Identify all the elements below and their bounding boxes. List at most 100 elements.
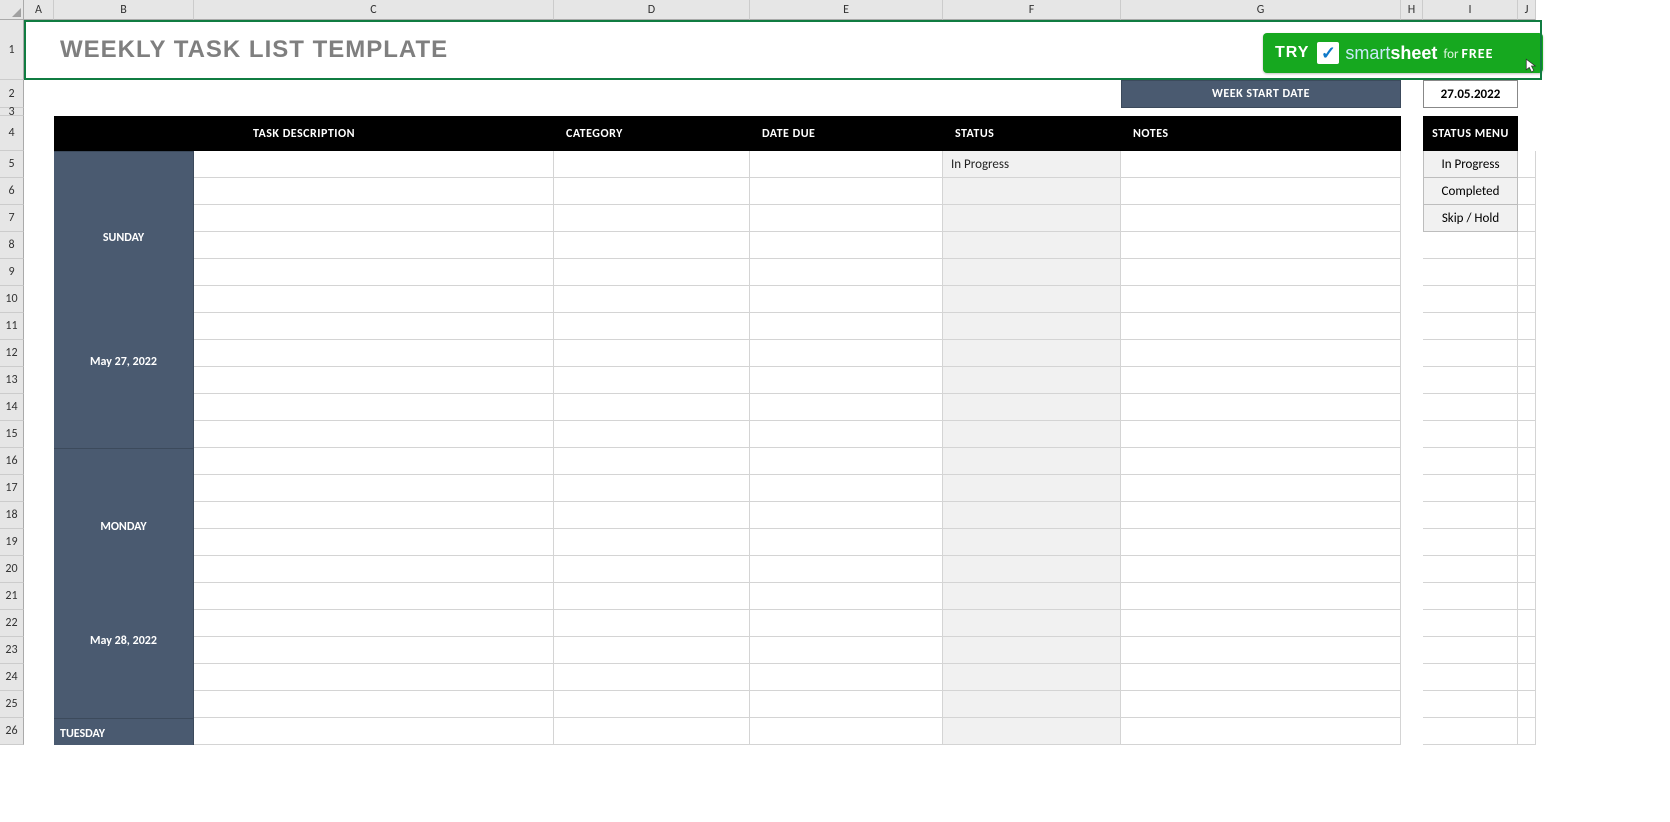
col-header-J[interactable]: J [1518, 0, 1536, 20]
blank[interactable] [24, 116, 54, 151]
cell-status[interactable] [943, 664, 1121, 691]
cell-notes[interactable] [1121, 718, 1401, 745]
cell-due[interactable] [750, 610, 943, 637]
cell-desc[interactable] [194, 583, 554, 610]
cell-J24[interactable] [1518, 664, 1536, 691]
row-header-10[interactable]: 10 [0, 286, 24, 313]
blank[interactable] [24, 286, 54, 313]
cell-status[interactable] [943, 448, 1121, 475]
cell-due[interactable] [750, 313, 943, 340]
cell-I10[interactable] [1423, 286, 1518, 313]
cell-notes[interactable] [1121, 529, 1401, 556]
cell-status[interactable] [943, 394, 1121, 421]
cell-I25[interactable] [1423, 691, 1518, 718]
cell-status[interactable] [943, 367, 1121, 394]
cell-desc[interactable] [194, 691, 554, 718]
cell-category[interactable] [554, 232, 750, 259]
col-header-B[interactable]: B [54, 0, 194, 20]
cell-J15[interactable] [1518, 421, 1536, 448]
blank[interactable] [24, 475, 54, 502]
cell-I12[interactable] [1423, 340, 1518, 367]
blank[interactable] [24, 313, 54, 340]
blank[interactable] [24, 394, 54, 421]
cell-status[interactable]: In Progress [943, 151, 1121, 178]
row-header-7[interactable]: 7 [0, 205, 24, 232]
cell-I14[interactable] [1423, 394, 1518, 421]
cell-due[interactable] [750, 637, 943, 664]
status-menu-item[interactable]: Skip / Hold [1423, 205, 1518, 232]
cell-notes[interactable] [1121, 151, 1401, 178]
cell-category[interactable] [554, 340, 750, 367]
row-header-1[interactable]: 1 [0, 20, 24, 80]
col-header-G[interactable]: G [1121, 0, 1401, 20]
col-header-E[interactable]: E [750, 0, 943, 20]
row-header-12[interactable]: 12 [0, 340, 24, 367]
cell-category[interactable] [554, 205, 750, 232]
cell-J12[interactable] [1518, 340, 1536, 367]
cell-notes[interactable] [1121, 178, 1401, 205]
status-menu-item[interactable]: In Progress [1423, 151, 1518, 178]
blank[interactable] [24, 108, 54, 116]
blank[interactable] [24, 205, 54, 232]
cell-J11[interactable] [1518, 313, 1536, 340]
cell-notes[interactable] [1121, 232, 1401, 259]
cell-J19[interactable] [1518, 529, 1536, 556]
cell-due[interactable] [750, 178, 943, 205]
cell-I15[interactable] [1423, 421, 1518, 448]
row-header-23[interactable]: 23 [0, 637, 24, 664]
try-smartsheet-button[interactable]: TRY ✓ smartsheet for FREE [1263, 33, 1543, 73]
cell-desc[interactable] [194, 232, 554, 259]
cell-desc[interactable] [194, 286, 554, 313]
row-header-16[interactable]: 16 [0, 448, 24, 475]
cell-notes[interactable] [1121, 610, 1401, 637]
row-header-9[interactable]: 9 [0, 259, 24, 286]
cell-I18[interactable] [1423, 502, 1518, 529]
cell-notes[interactable] [1121, 367, 1401, 394]
cell-J26[interactable] [1518, 718, 1536, 745]
cell-J23[interactable] [1518, 637, 1536, 664]
cell-J14[interactable] [1518, 394, 1536, 421]
cell-due[interactable] [750, 529, 943, 556]
cell-status[interactable] [943, 502, 1121, 529]
cell-desc[interactable] [194, 340, 554, 367]
cell-category[interactable] [554, 394, 750, 421]
cell-due[interactable] [750, 718, 943, 745]
blank[interactable] [54, 80, 194, 108]
blank[interactable] [943, 80, 1121, 108]
cell-category[interactable] [554, 637, 750, 664]
cell-category[interactable] [554, 583, 750, 610]
cell-notes[interactable] [1121, 340, 1401, 367]
cell-status[interactable] [943, 583, 1121, 610]
cell-notes[interactable] [1121, 583, 1401, 610]
cell-J20[interactable] [1518, 556, 1536, 583]
blank[interactable] [24, 583, 54, 610]
blank[interactable] [24, 232, 54, 259]
cell-I26[interactable] [1423, 718, 1518, 745]
status-menu-item[interactable]: Completed [1423, 178, 1518, 205]
col-header-F[interactable]: F [943, 0, 1121, 20]
cell-I16[interactable] [1423, 448, 1518, 475]
cell-due[interactable] [750, 502, 943, 529]
blank[interactable] [1518, 80, 1536, 108]
cell-desc[interactable] [194, 151, 554, 178]
cell-category[interactable] [554, 556, 750, 583]
row-header-21[interactable]: 21 [0, 583, 24, 610]
cell-status[interactable] [943, 205, 1121, 232]
cell-I11[interactable] [1423, 313, 1518, 340]
cell-J13[interactable] [1518, 367, 1536, 394]
cell-notes[interactable] [1121, 313, 1401, 340]
cell-notes[interactable] [1121, 421, 1401, 448]
cell-J6[interactable] [1518, 178, 1536, 205]
col-header-H[interactable]: H [1401, 0, 1423, 20]
cell-desc[interactable] [194, 259, 554, 286]
cell-J18[interactable] [1518, 502, 1536, 529]
cell-status[interactable] [943, 313, 1121, 340]
select-all-corner[interactable] [0, 0, 24, 20]
cell-due[interactable] [750, 448, 943, 475]
cell-I21[interactable] [1423, 583, 1518, 610]
blank[interactable] [24, 259, 54, 286]
cell-desc[interactable] [194, 448, 554, 475]
cell-category[interactable] [554, 691, 750, 718]
cell-J22[interactable] [1518, 610, 1536, 637]
cell-desc[interactable] [194, 178, 554, 205]
